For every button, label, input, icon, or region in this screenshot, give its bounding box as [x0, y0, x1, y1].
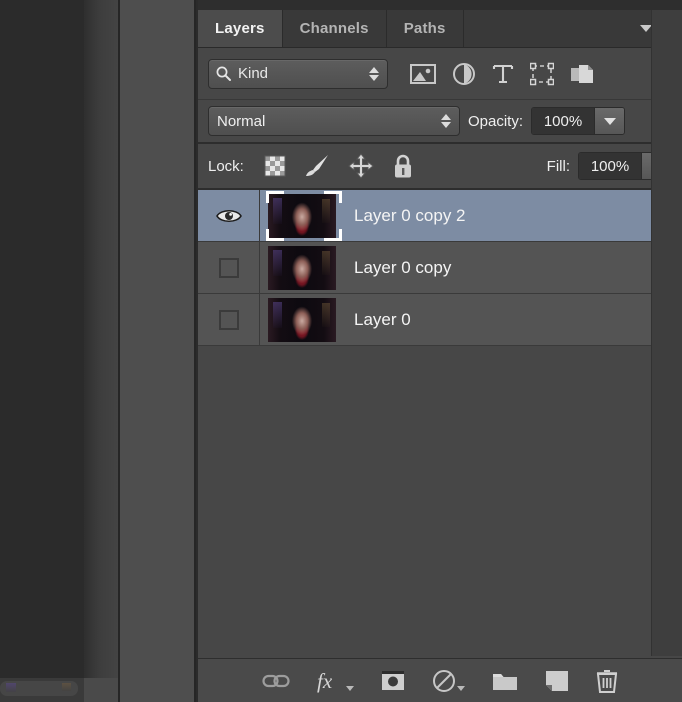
filter-kind-stepper[interactable] — [369, 66, 379, 81]
layer-list[interactable]: Layer 0 copy 2 Layer 0 copy Layer 0 — [198, 190, 682, 658]
layer-thumbnail[interactable] — [260, 242, 344, 293]
portrait-red-dress-thumbnail — [268, 245, 336, 290]
tab-layers[interactable]: Layers — [198, 10, 283, 47]
layer-row[interactable]: Layer 0 copy — [198, 242, 682, 294]
layers-panel-scrollbar[interactable] — [651, 10, 682, 656]
visibility-off-icon — [218, 257, 239, 278]
fill-label: Fill: — [546, 157, 570, 175]
tab-paths-label: Paths — [403, 20, 446, 37]
layers-panel: Layers Channels Paths Kind Normal Opacit… — [198, 0, 682, 702]
layer-thumbnail[interactable] — [260, 190, 344, 241]
layer-row[interactable]: Layer 0 — [198, 294, 682, 346]
layer-name-cell[interactable]: Layer 0 copy 2 — [344, 190, 682, 241]
filter-smart-object-icon[interactable] — [570, 62, 594, 86]
opacity-label: Opacity: — [468, 112, 524, 130]
filter-adjustment-layers-icon[interactable] — [452, 62, 476, 86]
fill-value[interactable]: 100% — [579, 153, 641, 179]
layer-name-cell[interactable]: Layer 0 — [344, 294, 682, 345]
trash-icon — [596, 669, 618, 693]
new-layer-icon — [546, 670, 568, 691]
svg-text:fx: fx — [317, 669, 333, 693]
canvas-horizontal-scrollbar[interactable] — [0, 678, 84, 702]
delete-layer-button[interactable] — [596, 669, 618, 693]
scrollbar-corner — [84, 678, 118, 702]
link-icon — [262, 674, 290, 687]
layer-name: Layer 0 — [354, 309, 411, 329]
add-layer-mask-button[interactable] — [381, 670, 405, 692]
thumbnail-selection-frame — [266, 191, 342, 241]
horizontal-scrollbar-thumb[interactable] — [0, 681, 78, 696]
filter-shape-layers-icon[interactable] — [530, 62, 554, 86]
blend-mode-value: Normal — [217, 112, 266, 130]
adjustment-icon — [433, 669, 455, 692]
panel-tab-bar: Layers Channels Paths — [198, 10, 682, 48]
layer-visibility-toggle[interactable] — [198, 190, 260, 241]
lock-all-icon[interactable] — [392, 153, 414, 179]
document-canvas[interactable] — [0, 0, 84, 678]
new-adjustment-layer-button[interactable] — [432, 669, 465, 693]
layer-name-cell[interactable]: Layer 0 copy — [344, 242, 682, 293]
layer-visibility-toggle[interactable] — [198, 294, 260, 345]
blend-mode-row: Normal Opacity: 100% — [198, 100, 682, 144]
layer-name: Layer 0 copy — [354, 257, 452, 277]
lock-image-pixels-icon[interactable] — [304, 154, 330, 178]
panel-top-edge — [198, 0, 682, 10]
tab-layers-label: Layers — [215, 20, 265, 37]
lock-position-icon[interactable] — [348, 153, 374, 179]
blend-mode-dropdown[interactable]: Normal — [208, 106, 460, 136]
portrait-red-dress-thumbnail — [268, 297, 336, 342]
fx-icon: fx — [317, 669, 333, 693]
layer-thumbnail[interactable] — [260, 294, 344, 345]
collapsed-panel-column[interactable] — [118, 0, 196, 702]
chevron-down-icon — [346, 685, 354, 691]
new-layer-button[interactable] — [545, 670, 569, 692]
layer-row[interactable]: Layer 0 copy 2 — [198, 190, 682, 242]
filter-pixel-layers-icon[interactable] — [410, 63, 436, 85]
layer-visibility-toggle[interactable] — [198, 242, 260, 293]
layer-name: Layer 0 copy 2 — [354, 205, 466, 225]
tab-paths[interactable]: Paths — [386, 10, 464, 47]
opacity-field[interactable]: 100% — [531, 107, 626, 135]
link-layers-button[interactable] — [262, 672, 290, 690]
opacity-value[interactable]: 100% — [532, 108, 595, 134]
lock-row: Lock: Fill: 100% — [198, 144, 682, 190]
opacity-dropdown-arrow[interactable] — [594, 108, 625, 134]
lock-label: Lock: — [208, 157, 244, 175]
blend-mode-stepper[interactable] — [441, 114, 451, 128]
chevron-down-icon — [457, 685, 465, 691]
layer-style-button[interactable]: fx — [317, 669, 354, 693]
new-group-button[interactable] — [492, 670, 518, 691]
lock-transparent-pixels-icon[interactable] — [264, 155, 286, 177]
filter-kind-label: Kind — [238, 65, 269, 82]
layer-filter-row: Kind — [198, 48, 682, 100]
layer-mask-icon — [382, 670, 404, 690]
canvas-vertical-scrollbar[interactable] — [84, 0, 118, 702]
layers-panel-footer: fx — [198, 658, 682, 702]
filter-type-layers-icon[interactable] — [492, 62, 514, 86]
filter-kind-dropdown[interactable]: Kind — [208, 58, 388, 89]
folder-icon — [493, 674, 517, 690]
eye-icon — [215, 209, 242, 222]
visibility-off-icon — [218, 309, 239, 330]
tab-channels[interactable]: Channels — [282, 10, 387, 47]
lock-icons — [264, 153, 414, 179]
tab-channels-label: Channels — [299, 20, 369, 37]
photoshop-layers-panel-screenshot: Layers Channels Paths Kind Normal Opacit… — [0, 0, 682, 702]
search-icon — [216, 66, 231, 81]
filter-type-icons — [410, 62, 594, 86]
chevron-down-icon — [603, 117, 616, 125]
